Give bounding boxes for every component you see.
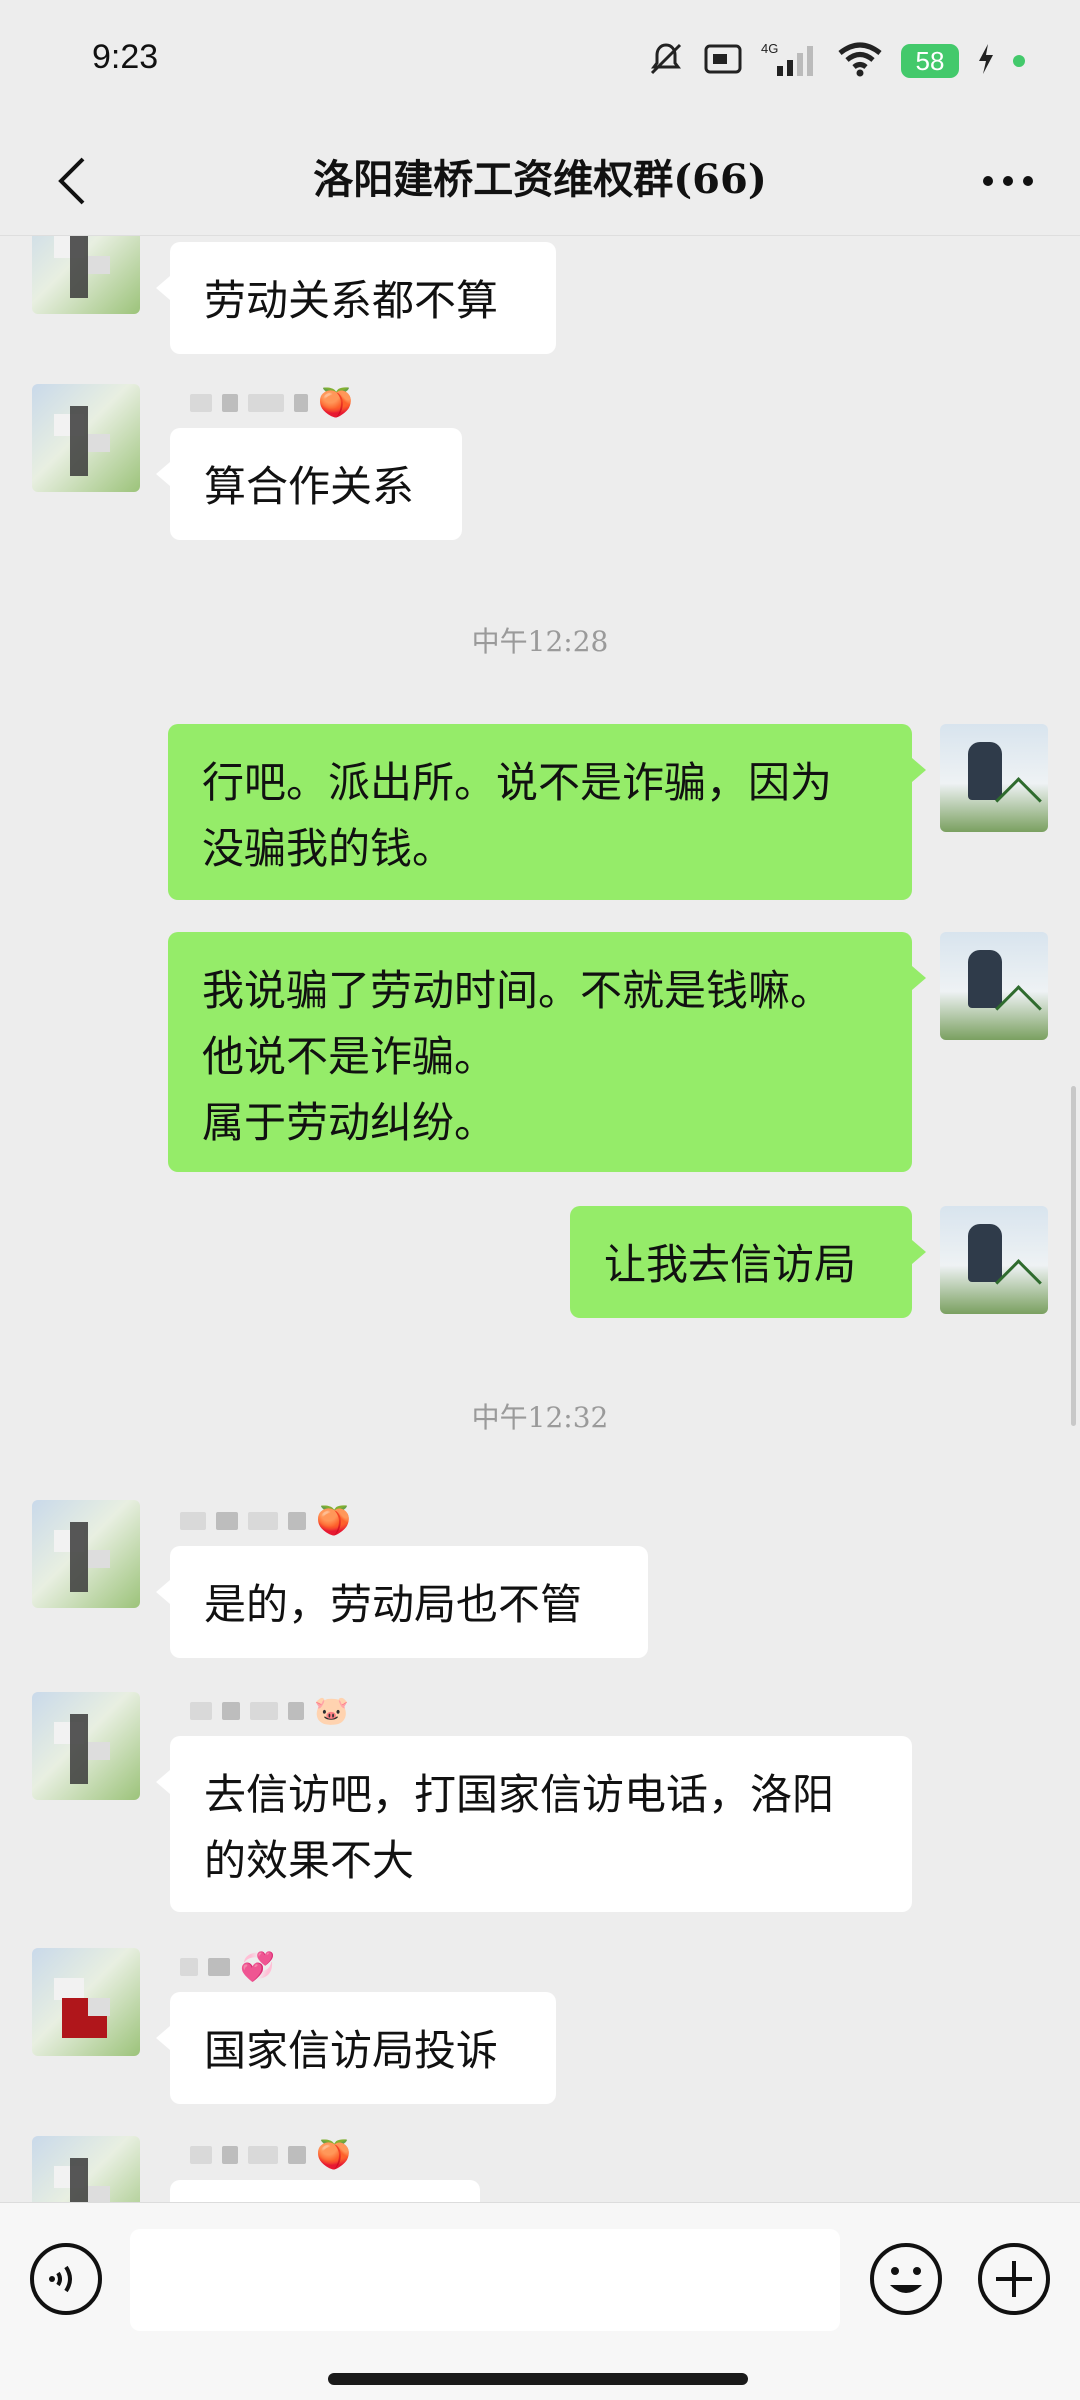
screen-cast-icon (703, 42, 743, 80)
mute-bell-icon (647, 40, 685, 82)
chat-screen: 9:23 4G 58 洛阳建桥工资维权群(66) 劳动关系都不算 🍑 算合作关系… (0, 0, 1080, 2400)
message-bubble[interactable]: 去信访吧，打国家信访电话，洛阳 的效果不大 (156, 1736, 912, 1912)
voice-input-button[interactable] (28, 2241, 104, 2317)
voice-icon (30, 2243, 102, 2315)
message-bubble[interactable]: 行吧。派出所。说不是诈骗，因为 没骗我的钱。 (168, 724, 926, 900)
plus-icon (978, 2243, 1050, 2315)
charging-icon (977, 43, 995, 79)
sender-name: 💞 (180, 1950, 275, 1984)
avatar[interactable] (940, 932, 1048, 1040)
peach-emoji-icon: 🍑 (318, 386, 353, 419)
charging-dot (1013, 55, 1025, 67)
message-bubble[interactable]: 让我去信访局 (570, 1206, 926, 1318)
message-bubble[interactable]: 国家信访局投诉 (156, 1992, 556, 2104)
message-bubble[interactable]: 算合作关系 (156, 428, 462, 540)
battery-level: 58 (901, 44, 959, 78)
sender-name: 🐷 (190, 1694, 349, 1728)
more-icon (983, 176, 1033, 186)
input-bar (0, 2202, 1080, 2400)
message-bubble[interactable]: 劳动关系都不算 (156, 242, 556, 354)
status-icons: 4G 58 (647, 40, 1025, 82)
sender-name: 🍑 (190, 386, 353, 420)
emoji-icon (870, 2243, 942, 2315)
message-bubble[interactable]: 是的，劳动局也不管 (156, 1546, 648, 1658)
message-input[interactable] (130, 2229, 840, 2331)
emoji-button[interactable] (868, 2241, 944, 2317)
message-bubble[interactable]: 我说骗了劳动时间。不就是钱嘛。 他说不是诈骗。 属于劳动纠纷。 (168, 932, 926, 1172)
chat-header: 洛阳建桥工资维权群(66) (0, 125, 1080, 236)
pig-emoji-icon: 🐷 (314, 1694, 349, 1727)
message-list[interactable]: 劳动关系都不算 🍑 算合作关系 中午12:28 行吧。派出所。说不是诈骗，因为 … (0, 236, 1080, 2202)
more-options-button[interactable] (972, 145, 1044, 217)
peach-emoji-icon: 🍑 (316, 2138, 351, 2171)
avatar[interactable] (32, 2136, 140, 2202)
more-actions-button[interactable] (976, 2241, 1052, 2317)
avatar[interactable] (32, 384, 140, 492)
avatar[interactable] (32, 1692, 140, 1800)
status-bar: 9:23 4G 58 (0, 0, 1080, 125)
avatar[interactable] (32, 1948, 140, 2056)
home-indicator[interactable] (328, 2373, 748, 2385)
network-type: 4G (761, 41, 778, 56)
status-time: 9:23 (92, 38, 159, 76)
chat-title: 洛阳建桥工资维权群(66) (313, 156, 767, 203)
signal-4g-icon: 4G (761, 40, 819, 82)
peach-emoji-icon: 🍑 (316, 1504, 351, 1537)
timestamp: 中午12:32 (471, 1401, 609, 1434)
avatar[interactable] (940, 724, 1048, 832)
avatar[interactable] (32, 236, 140, 314)
message-bubble[interactable] (170, 2180, 480, 2202)
avatar[interactable] (940, 1206, 1048, 1314)
wifi-icon (837, 41, 883, 81)
avatar[interactable] (32, 1500, 140, 1608)
sender-name: 🍑 (180, 1504, 351, 1538)
hearts-emoji-icon: 💞 (240, 1950, 275, 1983)
timestamp: 中午12:28 (471, 625, 609, 658)
scrollbar[interactable] (1071, 1086, 1076, 1426)
sender-name: 🍑 (190, 2138, 351, 2172)
